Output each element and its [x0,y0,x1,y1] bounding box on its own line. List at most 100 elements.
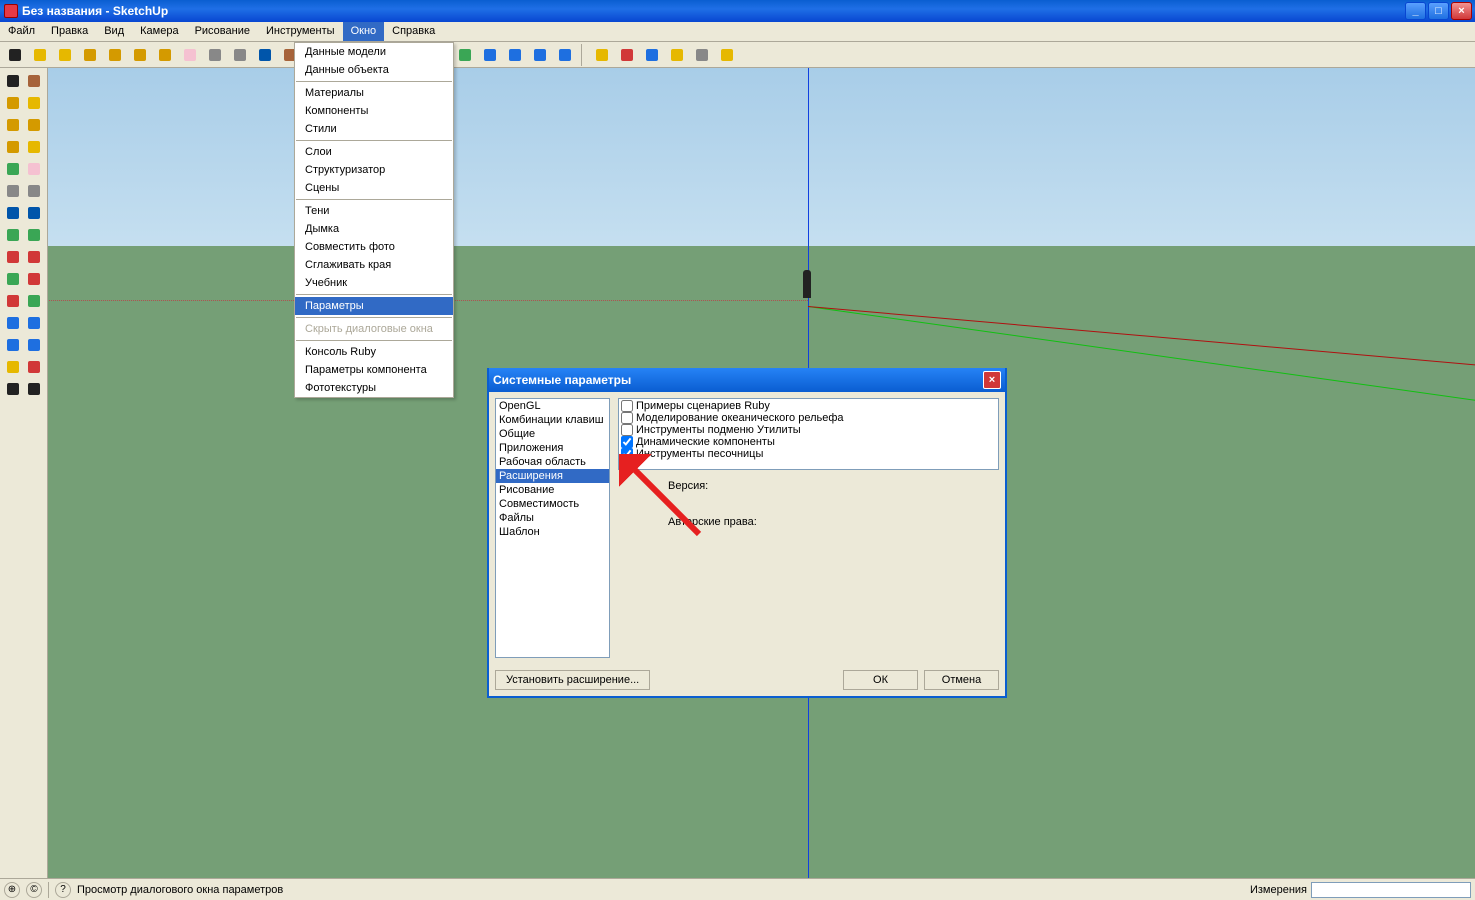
category-item[interactable]: Совместимость [496,497,609,511]
pencil-tool-button[interactable] [29,44,51,66]
tape-tool-button[interactable] [204,44,226,66]
cancel-button[interactable]: Отмена [924,670,999,690]
category-item[interactable]: Приложения [496,441,609,455]
extension-item[interactable]: Динамические компоненты [620,436,997,448]
prevview-side-button[interactable] [24,334,46,356]
category-item[interactable]: Шаблон [496,525,609,539]
polygon-tool-button[interactable] [154,44,176,66]
menu-рисование[interactable]: Рисование [187,22,258,41]
menu-item[interactable]: Учебник [295,274,453,292]
menu-item[interactable]: Материалы [295,84,453,102]
protractor-tool-button[interactable] [229,44,251,66]
zoom-tool-button[interactable] [479,44,501,66]
zoomwin-side-button[interactable] [24,312,46,334]
rect-tool-button[interactable] [79,44,101,66]
zoom-ext-tool-button[interactable] [504,44,526,66]
menu-вид[interactable]: Вид [96,22,132,41]
prev-tool-button[interactable] [529,44,551,66]
menu-окно[interactable]: Окно [343,22,385,41]
menu-item[interactable]: Структуризатор [295,161,453,179]
pan-tool-button[interactable] [454,44,476,66]
menu-файл[interactable]: Файл [0,22,43,41]
text-tool-button[interactable] [254,44,276,66]
ok-button[interactable]: ОК [843,670,918,690]
tape-side-button[interactable] [2,180,24,202]
look-side-button[interactable] [24,378,46,400]
eraser-tool-button[interactable] [179,44,201,66]
category-item[interactable]: Расширения [496,469,609,483]
eraser-side-button[interactable] [24,158,46,180]
pencil-side-button[interactable] [24,92,46,114]
paint-side-button[interactable] [24,70,46,92]
extension-item[interactable]: Моделирование океанического рельефа [620,412,997,424]
offset-side-button[interactable] [24,268,46,290]
extension-item[interactable]: Примеры сценариев Ruby [620,400,997,412]
extension-item[interactable]: Инструменты песочницы [620,448,997,460]
help-icon[interactable]: ? [55,882,71,898]
follow-side-button[interactable] [24,224,46,246]
menu-item[interactable]: Фототекстуры [295,379,453,397]
globe-tool-button[interactable] [641,44,663,66]
minimize-button[interactable]: _ [1405,2,1426,20]
zoomext-side-button[interactable] [2,334,24,356]
mark-tool-button[interactable] [616,44,638,66]
menu-item[interactable]: Параметры компонента [295,361,453,379]
category-list[interactable]: OpenGLКомбинации клавишОбщиеПриложенияРа… [495,398,610,658]
maximize-button[interactable]: □ [1428,2,1449,20]
select-tool-button[interactable] [4,44,26,66]
circle-side-button[interactable] [2,114,24,136]
orbit-side-button[interactable] [2,290,24,312]
menu-item[interactable]: Дымка [295,220,453,238]
category-item[interactable]: Файлы [496,511,609,525]
move-side-button[interactable] [2,246,24,268]
menu-item[interactable]: Тени [295,202,453,220]
category-item[interactable]: Рисование [496,483,609,497]
geo-icon[interactable]: ⊕ [4,882,20,898]
extension-checkbox[interactable] [621,424,633,436]
menu-item[interactable]: Сглаживать края [295,256,453,274]
menu-item[interactable]: Совместить фото [295,238,453,256]
extension-checkbox[interactable] [621,448,633,460]
menu-item[interactable]: Консоль Ruby [295,343,453,361]
rotate-side-button[interactable] [24,246,46,268]
circle-tool-button[interactable] [104,44,126,66]
measurements-input[interactable] [1311,882,1471,898]
extension-checkbox[interactable] [621,436,633,448]
select-side-button[interactable] [2,70,24,92]
menu-item[interactable]: Сцены [295,179,453,197]
zoom-side-button[interactable] [2,312,24,334]
line-tool-button[interactable] [54,44,76,66]
menu-инструменты[interactable]: Инструменты [258,22,343,41]
rect-side-button[interactable] [2,92,24,114]
axes-side-button[interactable] [24,356,46,378]
menu-item[interactable]: Стили [295,120,453,138]
menu-item[interactable]: Параметры [295,297,453,315]
menu-справка[interactable]: Справка [384,22,443,41]
user-tool-button[interactable] [591,44,613,66]
menu-камера[interactable]: Камера [132,22,186,41]
credits-icon[interactable]: © [26,882,42,898]
menu-item[interactable]: Компоненты [295,102,453,120]
text-side-button[interactable] [2,202,24,224]
next-tool-button[interactable] [554,44,576,66]
menu-item[interactable]: Слои [295,143,453,161]
section-side-button[interactable] [2,356,24,378]
category-item[interactable]: Общие [496,427,609,441]
dialog-close-button[interactable]: × [983,371,1001,389]
category-item[interactable]: OpenGL [496,399,609,413]
scale-side-button[interactable] [2,268,24,290]
vray-tool-button[interactable] [716,44,738,66]
layers-tool-button[interactable] [666,44,688,66]
3dtext-side-button[interactable] [24,202,46,224]
polygon-side-button[interactable] [2,136,24,158]
close-button[interactable]: × [1451,2,1472,20]
freehand-side-button[interactable] [24,136,46,158]
pan-side-button[interactable] [24,290,46,312]
extension-checkbox[interactable] [621,400,633,412]
extensions-list[interactable]: Примеры сценариев RubyМоделирование океа… [618,398,999,470]
menu-правка[interactable]: Правка [43,22,96,41]
dim-side-button[interactable] [24,180,46,202]
outliner-tool-button[interactable] [691,44,713,66]
arc-side-button[interactable] [24,114,46,136]
install-extension-button[interactable]: Установить расширение... [495,670,650,690]
